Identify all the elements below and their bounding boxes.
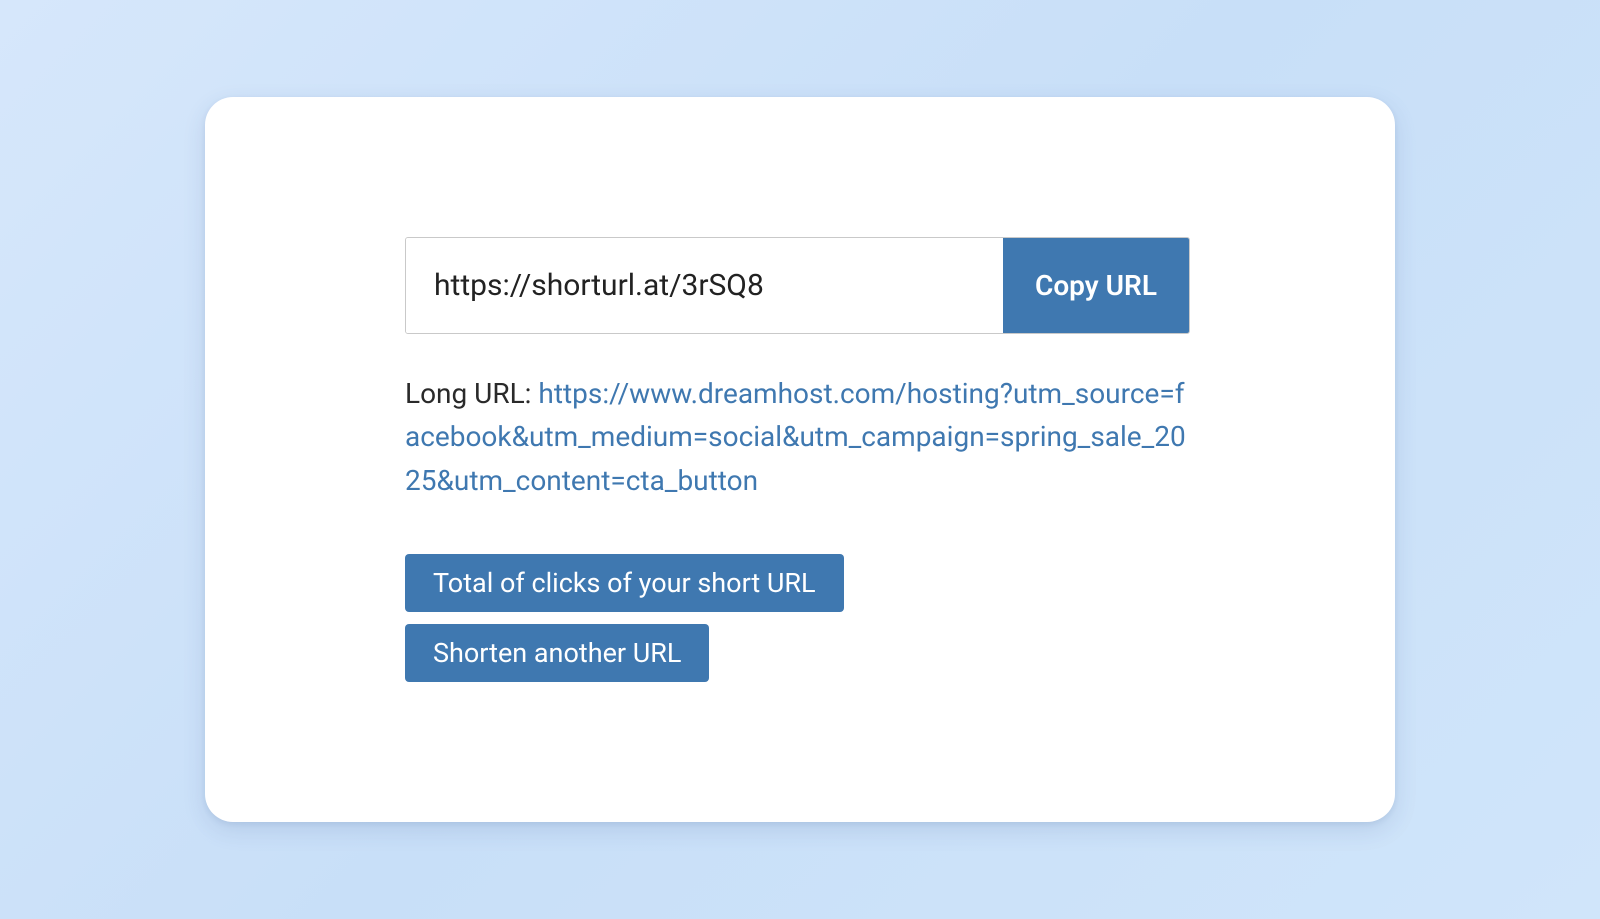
total-clicks-button[interactable]: Total of clicks of your short URL — [405, 554, 844, 612]
short-url-input[interactable] — [406, 238, 1003, 333]
copy-url-button[interactable]: Copy URL — [1003, 238, 1189, 333]
shorten-another-button[interactable]: Shorten another URL — [405, 624, 709, 682]
long-url-block: Long URL: https://www.dreamhost.com/host… — [405, 372, 1190, 502]
action-buttons: Total of clicks of your short URL Shorte… — [405, 554, 1190, 682]
short-url-row: Copy URL — [405, 237, 1190, 334]
content-inner: Copy URL Long URL: https://www.dreamhost… — [405, 237, 1190, 682]
result-card: Copy URL Long URL: https://www.dreamhost… — [205, 97, 1395, 822]
long-url-prefix: Long URL: — [405, 377, 538, 410]
